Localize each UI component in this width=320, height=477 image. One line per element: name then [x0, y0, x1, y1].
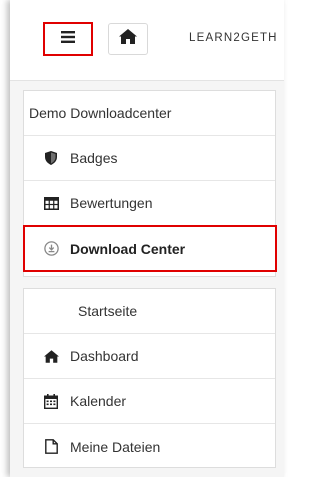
nav-item-startseite[interactable]: Startseite — [24, 289, 275, 334]
course-title[interactable]: Demo Downloadcenter — [24, 91, 275, 136]
nav-item-dashboard[interactable]: Dashboard — [24, 334, 275, 379]
site-brand[interactable]: LEARN2GETH — [189, 32, 278, 44]
nav-item-download-center[interactable]: Download Center — [24, 226, 275, 271]
site-nav-panel: Startseite Dashboard Kalender Meine Date… — [23, 288, 276, 468]
menu-toggle-button[interactable] — [43, 22, 93, 56]
nav-item-label: Dashboard — [70, 348, 139, 364]
nav-item-label: Badges — [70, 150, 118, 166]
nav-item-label: Kalender — [70, 393, 127, 409]
home-icon — [43, 348, 59, 364]
nav-item-badges[interactable]: Badges — [24, 136, 275, 181]
file-icon — [43, 439, 59, 455]
calendar-icon — [43, 393, 59, 409]
nav-item-meine-dateien[interactable]: Meine Dateien — [24, 424, 275, 469]
download-icon — [43, 241, 59, 257]
top-navbar: LEARN2GETH — [10, 0, 284, 81]
nav-item-bewertungen[interactable]: Bewertungen — [24, 181, 275, 226]
home-button[interactable] — [108, 23, 148, 55]
nav-item-label: Download Center — [70, 240, 186, 257]
nav-item-label: Bewertungen — [70, 195, 153, 211]
hamburger-icon — [61, 30, 75, 48]
shield-icon — [43, 150, 59, 166]
course-nav-panel: Demo Downloadcenter Badges Bewertungen D… — [23, 90, 276, 277]
home-icon — [119, 29, 137, 49]
table-icon — [43, 195, 59, 211]
nav-item-label: Meine Dateien — [70, 438, 161, 455]
nav-item-kalender[interactable]: Kalender — [24, 379, 275, 424]
